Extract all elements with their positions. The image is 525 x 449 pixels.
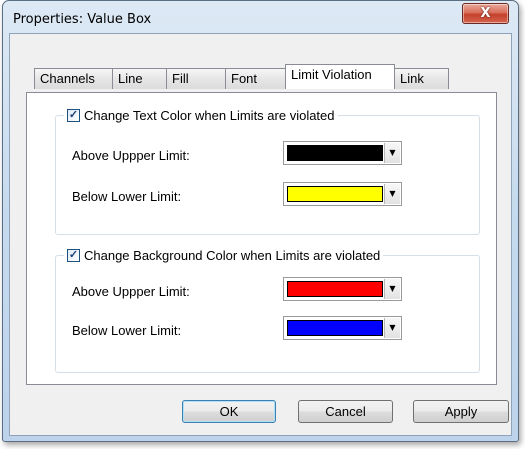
close-icon: X <box>480 6 491 21</box>
background-above-color-swatch <box>287 281 383 297</box>
tab-line[interactable]: Line <box>112 68 167 89</box>
chevron-down-icon: ▼ <box>389 189 396 198</box>
checkmark-icon: ✓ <box>68 109 79 121</box>
chevron-down-icon: ▼ <box>389 284 396 293</box>
title-bar[interactable]: Properties: Value Box X <box>3 1 518 33</box>
chevron-down-icon: ▼ <box>389 323 396 332</box>
close-button[interactable]: X <box>462 3 509 24</box>
background-color-checkbox[interactable]: ✓ <box>67 249 80 262</box>
dropdown-arrow-icon[interactable]: ▼ <box>384 184 400 204</box>
background-above-color-picker[interactable]: ▼ <box>283 277 402 301</box>
tab-channels[interactable]: Channels <box>34 68 113 89</box>
dropdown-arrow-icon[interactable]: ▼ <box>384 318 400 338</box>
background-below-color-picker[interactable]: ▼ <box>283 316 402 340</box>
text-above-color-picker[interactable]: ▼ <box>283 141 402 165</box>
text-below-color-swatch <box>287 186 383 202</box>
text-below-color-picker[interactable]: ▼ <box>283 182 402 206</box>
tab-font[interactable]: Font <box>225 68 286 89</box>
text-above-color-swatch <box>287 145 383 161</box>
text-color-checkbox-label: Change Text Color when Limits are violat… <box>84 108 335 123</box>
apply-button[interactable]: Apply <box>413 400 509 423</box>
text-color-group: ✓ Change Text Color when Limits are viol… <box>55 107 480 235</box>
dropdown-arrow-icon[interactable]: ▼ <box>384 279 400 299</box>
checkmark-icon: ✓ <box>68 249 79 261</box>
dropdown-arrow-icon[interactable]: ▼ <box>384 143 400 163</box>
background-above-upper-limit-label: Above Uppper Limit: <box>72 284 190 299</box>
tab-limit-violation[interactable]: Limit Violation <box>285 64 395 89</box>
text-color-checkbox-row[interactable]: ✓ Change Text Color when Limits are viol… <box>64 107 338 124</box>
background-below-lower-limit-label: Below Lower Limit: <box>72 323 182 338</box>
tab-link[interactable]: Link <box>394 68 449 89</box>
chevron-down-icon: ▼ <box>389 148 396 157</box>
text-below-lower-limit-label: Below Lower Limit: <box>72 189 182 204</box>
background-below-color-swatch <box>287 320 383 336</box>
text-color-checkbox[interactable]: ✓ <box>67 109 80 122</box>
tab-fill[interactable]: Fill <box>166 68 226 89</box>
text-above-upper-limit-label: Above Uppper Limit: <box>72 148 190 163</box>
background-color-checkbox-row[interactable]: ✓ Change Background Color when Limits ar… <box>64 247 384 264</box>
cancel-button[interactable]: Cancel <box>298 400 393 423</box>
window-title: Properties: Value Box <box>13 12 152 27</box>
background-color-group: ✓ Change Background Color when Limits ar… <box>55 247 480 373</box>
background-color-checkbox-label: Change Background Color when Limits are … <box>84 248 381 263</box>
ok-button[interactable]: OK <box>182 400 276 423</box>
tab-panel-limit-violation: ✓ Change Text Color when Limits are viol… <box>26 92 497 385</box>
